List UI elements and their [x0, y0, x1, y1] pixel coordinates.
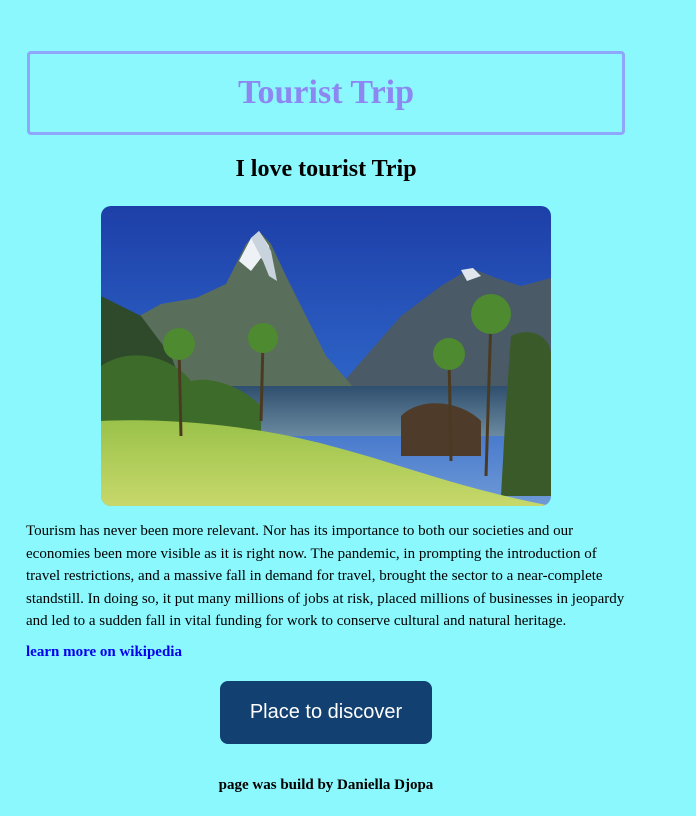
page-title: Tourist Trip: [237, 74, 415, 111]
page-subtitle: I love tourist Trip: [235, 156, 417, 182]
footer-credit: page was build by Daniella Djopa: [218, 777, 434, 793]
hero-image: [101, 206, 551, 506]
wikipedia-link[interactable]: learn more on wikipedia: [26, 644, 182, 661]
mountain-lake-landscape: [101, 206, 551, 506]
title-box: Tourist Trip: [27, 51, 625, 135]
intro-paragraph: Tourism has never been more relevant. No…: [26, 523, 625, 629]
place-to-discover-button[interactable]: Place to discover: [220, 681, 432, 744]
page: Tourist Trip I love tourist Trip Tourism…: [0, 0, 696, 816]
